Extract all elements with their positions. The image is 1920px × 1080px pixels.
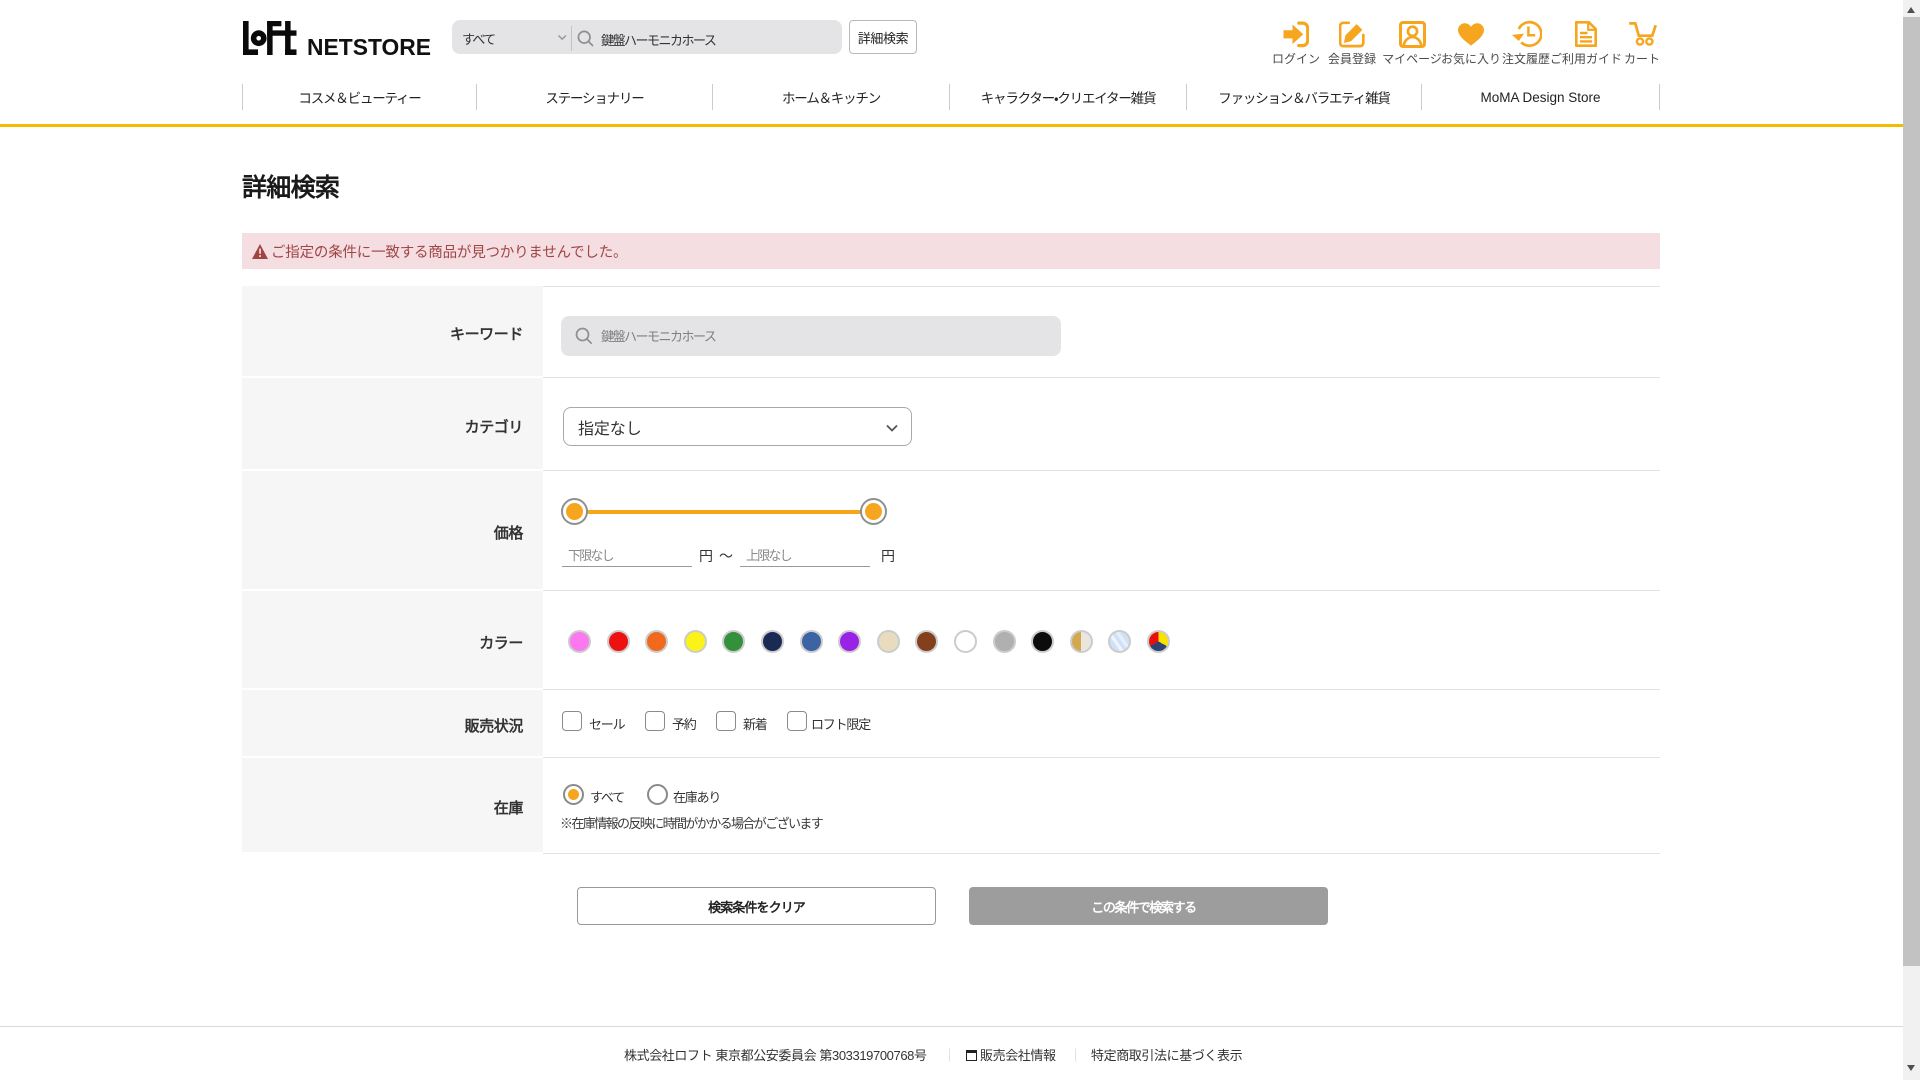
- svg-text:NETSTORE: NETSTORE: [307, 34, 431, 56]
